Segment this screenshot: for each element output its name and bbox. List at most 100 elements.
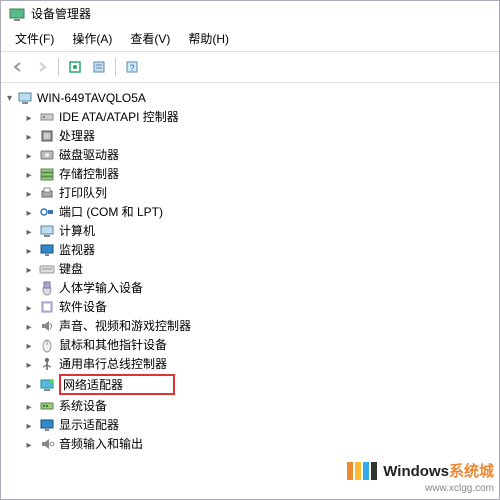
computer-icon (39, 223, 55, 239)
window-title: 设备管理器 (31, 5, 91, 22)
chevron-right-icon[interactable]: ▸ (23, 357, 35, 371)
menu-file[interactable]: 文件(F) (7, 28, 62, 49)
titlebar: 设备管理器 (1, 1, 499, 26)
ide-icon (39, 109, 55, 125)
toolbar-forward-button[interactable] (31, 56, 53, 78)
menubar: 文件(F) 操作(A) 查看(V) 帮助(H) (1, 26, 499, 52)
watermark-url: www.xclgg.com (425, 483, 494, 494)
menu-view[interactable]: 查看(V) (122, 28, 178, 49)
tree-root[interactable]: ▾ WIN-649TAVQLO5A (3, 89, 497, 107)
display-icon (39, 417, 55, 433)
tree-item-label: 鼠标和其他指针设备 (59, 336, 167, 353)
network-icon (39, 377, 55, 393)
chevron-right-icon[interactable]: ▸ (23, 338, 35, 352)
tree-item-cpu[interactable]: ▸ 处理器 (3, 126, 497, 145)
tree-item-label: 显示适配器 (59, 416, 119, 433)
chevron-right-icon[interactable]: ▸ (23, 110, 35, 124)
tree-item-mouse[interactable]: ▸ 鼠标和其他指针设备 (3, 335, 497, 354)
sound-icon (39, 318, 55, 334)
toolbar-back-button[interactable] (7, 56, 29, 78)
root-label: WIN-649TAVQLO5A (37, 91, 146, 105)
watermark: Windows系统城 www.xclgg.com (347, 460, 494, 494)
tree-item-disk[interactable]: ▸ 磁盘驱动器 (3, 145, 497, 164)
chevron-right-icon[interactable]: ▸ (23, 243, 35, 257)
tree-item-label: 音频输入和输出 (59, 435, 143, 452)
chevron-right-icon[interactable]: ▸ (23, 224, 35, 238)
computer-icon (17, 90, 33, 106)
chevron-right-icon[interactable]: ▸ (23, 262, 35, 276)
tree-item-software[interactable]: ▸ 软件设备 (3, 297, 497, 316)
toolbar-separator (58, 58, 59, 76)
chevron-right-icon[interactable]: ▸ (23, 399, 35, 413)
chevron-right-icon[interactable]: ▸ (23, 186, 35, 200)
storage-icon (39, 166, 55, 182)
tree-item-label: 存储控制器 (59, 165, 119, 182)
chevron-right-icon[interactable]: ▸ (23, 129, 35, 143)
tree-item-audio[interactable]: ▸ 音频输入和输出 (3, 434, 497, 453)
tree-content: ▾ WIN-649TAVQLO5A ▸ IDE ATA/ATAPI 控制器 ▸ 处理器… (1, 83, 499, 499)
tree-item-system[interactable]: ▸ 系统设备 (3, 396, 497, 415)
system-icon (39, 398, 55, 414)
chevron-right-icon[interactable]: ▸ (23, 148, 35, 162)
tree-item-label: IDE ATA/ATAPI 控制器 (59, 108, 179, 125)
tree-item-label: 声音、视频和游戏控制器 (59, 317, 191, 334)
chevron-right-icon[interactable]: ▸ (23, 437, 35, 451)
monitor-icon (39, 242, 55, 258)
chevron-right-icon[interactable]: ▸ (23, 167, 35, 181)
menu-help[interactable]: 帮助(H) (180, 28, 237, 49)
tree-item-ide[interactable]: ▸ IDE ATA/ATAPI 控制器 (3, 107, 497, 126)
chevron-right-icon[interactable]: ▸ (23, 319, 35, 333)
toolbar-scan-button[interactable] (64, 56, 86, 78)
tree-item-label: 软件设备 (59, 298, 107, 315)
watermark-bars-icon (347, 462, 377, 480)
toolbar-details-button[interactable] (88, 56, 110, 78)
tree-item-computer[interactable]: ▸ 计算机 (3, 221, 497, 240)
tree-item-monitor[interactable]: ▸ 监视器 (3, 240, 497, 259)
menu-action[interactable]: 操作(A) (64, 28, 120, 49)
tree-item-keyboard[interactable]: ▸ 键盘 (3, 259, 497, 278)
usb-icon (39, 356, 55, 372)
tree-item-label: 计算机 (59, 222, 95, 239)
chevron-right-icon[interactable]: ▸ (23, 378, 35, 392)
tree-item-label: 端口 (COM 和 LPT) (59, 203, 163, 220)
chevron-right-icon[interactable]: ▸ (23, 205, 35, 219)
tree-item-label: 通用串行总线控制器 (59, 355, 167, 372)
tree-item-label: 监视器 (59, 241, 95, 258)
tree-item-label: 打印队列 (59, 184, 107, 201)
tree-item-label: 网络适配器 (59, 374, 175, 395)
hid-icon (39, 280, 55, 296)
tree-item-sound[interactable]: ▸ 声音、视频和游戏控制器 (3, 316, 497, 335)
device-manager-window: 设备管理器 文件(F) 操作(A) 查看(V) 帮助(H) ? ▾ WIN-64… (0, 0, 500, 500)
ports-icon (39, 204, 55, 220)
expand-icon[interactable]: ▾ (7, 93, 17, 104)
tree-item-label: 键盘 (59, 260, 83, 277)
tree-item-printq[interactable]: ▸ 打印队列 (3, 183, 497, 202)
device-manager-icon (9, 6, 25, 22)
chevron-right-icon[interactable]: ▸ (23, 300, 35, 314)
tree-item-label: 处理器 (59, 127, 95, 144)
toolbar: ? (1, 52, 499, 83)
tree-item-hid[interactable]: ▸ 人体学输入设备 (3, 278, 497, 297)
svg-text:?: ? (129, 63, 134, 73)
chevron-right-icon[interactable]: ▸ (23, 418, 35, 432)
device-tree: ▾ WIN-649TAVQLO5A ▸ IDE ATA/ATAPI 控制器 ▸ 处理器… (3, 89, 497, 453)
tree-item-label: 磁盘驱动器 (59, 146, 119, 163)
tree-item-label: 人体学输入设备 (59, 279, 143, 296)
tree-item-network[interactable]: ▸ 网络适配器 (3, 373, 497, 396)
tree-item-display[interactable]: ▸ 显示适配器 (3, 415, 497, 434)
toolbar-help-button[interactable]: ? (121, 56, 143, 78)
cpu-icon (39, 128, 55, 144)
mouse-icon (39, 337, 55, 353)
keyboard-icon (39, 261, 55, 277)
disk-icon (39, 147, 55, 163)
toolbar-separator (115, 58, 116, 76)
tree-item-label: 系统设备 (59, 397, 107, 414)
tree-item-usb[interactable]: ▸ 通用串行总线控制器 (3, 354, 497, 373)
tree-item-storage[interactable]: ▸ 存储控制器 (3, 164, 497, 183)
chevron-right-icon[interactable]: ▸ (23, 281, 35, 295)
tree-item-ports[interactable]: ▸ 端口 (COM 和 LPT) (3, 202, 497, 221)
audio-icon (39, 436, 55, 452)
watermark-brand: Windows系统城 (383, 460, 494, 481)
software-icon (39, 299, 55, 315)
printq-icon (39, 185, 55, 201)
